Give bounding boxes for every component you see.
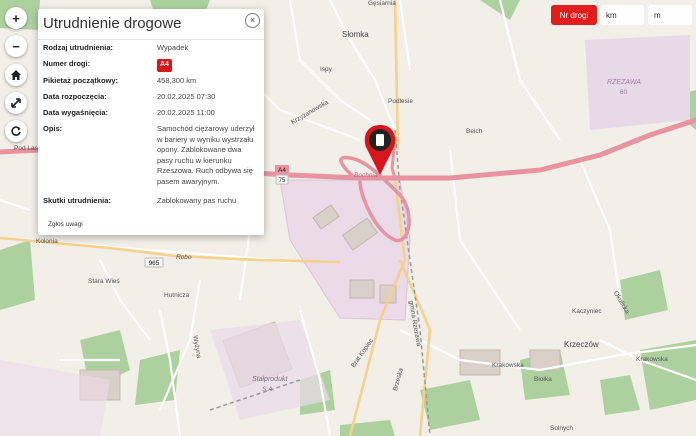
incident-popup: Utrudnienie drogowe × Rodzaj utrudnienia… (38, 9, 264, 235)
label-stara-wies: Stara Wieś (88, 278, 120, 285)
home-icon (11, 70, 21, 80)
label-podlesie: Podlesie (388, 98, 413, 105)
label-stalprodukt: Stalprodukt (252, 376, 288, 383)
popup-divider (38, 39, 264, 40)
popup-title: Utrudnienie drogowe (43, 15, 182, 32)
m-input[interactable]: m (648, 5, 692, 25)
label-biolka: Biołka (534, 376, 552, 383)
label-krzeczow: Krzeczów (564, 340, 599, 349)
label-hutnicza: Hutnicza (164, 292, 190, 299)
label-pod-las: Pod Las (14, 145, 38, 152)
row-label: Numer drogi: (43, 59, 91, 68)
label-kaczyniec: Kaczyniec (572, 308, 602, 315)
row-label: Data rozpoczęcia: (43, 92, 107, 101)
close-button[interactable]: × (245, 13, 260, 28)
row-value: Wypadek (157, 43, 189, 52)
row-label: Pikietaż początkowy: (43, 76, 119, 85)
accident-icon (376, 134, 384, 146)
home-button[interactable] (5, 64, 27, 86)
label-ispy: Ispy (320, 66, 332, 73)
label-sa: S.A. (262, 386, 275, 393)
refresh-button[interactable] (5, 120, 27, 142)
expand-icon (11, 98, 21, 108)
row-value: 20.02.2025 07:30 (157, 92, 216, 101)
road-number-button[interactable]: Nr drogi (551, 5, 597, 25)
report-link[interactable]: Zgłoś uwagi (48, 221, 83, 228)
road-badge: A4 (157, 59, 172, 72)
r965-shield-label: 965 (149, 260, 160, 267)
row-value: 20.02.2025 11:00 (157, 108, 215, 117)
fullscreen-button[interactable] (5, 92, 27, 114)
label-rzezawa-num: 60 (620, 89, 628, 96)
label-robo: Robo (176, 254, 192, 261)
label-rzezawa: RZEZAWA (607, 79, 641, 86)
label-solnych: Solnych (550, 425, 574, 432)
zoom-in-button[interactable]: + (5, 7, 27, 29)
row-value-wrap: A4 (157, 59, 263, 72)
label-krakowska-2: Krakowska (492, 362, 524, 369)
row-label: Skutki utrudnienia: (43, 196, 111, 205)
row-value: Samochód ciężarowy uderzył w bariery w w… (157, 124, 255, 186)
km-input[interactable]: km (600, 5, 644, 25)
row-label: Opis: (43, 124, 63, 133)
label-beich: Beich (466, 128, 483, 135)
row-value: 458,300 km (157, 76, 197, 85)
label-kolonia: Kolonia (36, 238, 58, 245)
a4-shield-label: A4 (278, 167, 286, 174)
row-value: Zablokowany pas ruchu (157, 196, 237, 205)
row-label: Data wygaśnięcia: (43, 108, 109, 117)
label-gesiarnia: Gęsiarnia (368, 0, 396, 7)
zoom-out-button[interactable]: − (5, 35, 27, 57)
label-krakowska-1: Krakowska (636, 356, 668, 363)
e75-shield-label: 75 (279, 178, 286, 184)
row-label: Rodzaj utrudnienia: (43, 43, 113, 52)
label-bochnia: Bochnia (354, 172, 378, 179)
refresh-icon (11, 126, 21, 136)
label-slomka: Słomka (342, 30, 369, 39)
